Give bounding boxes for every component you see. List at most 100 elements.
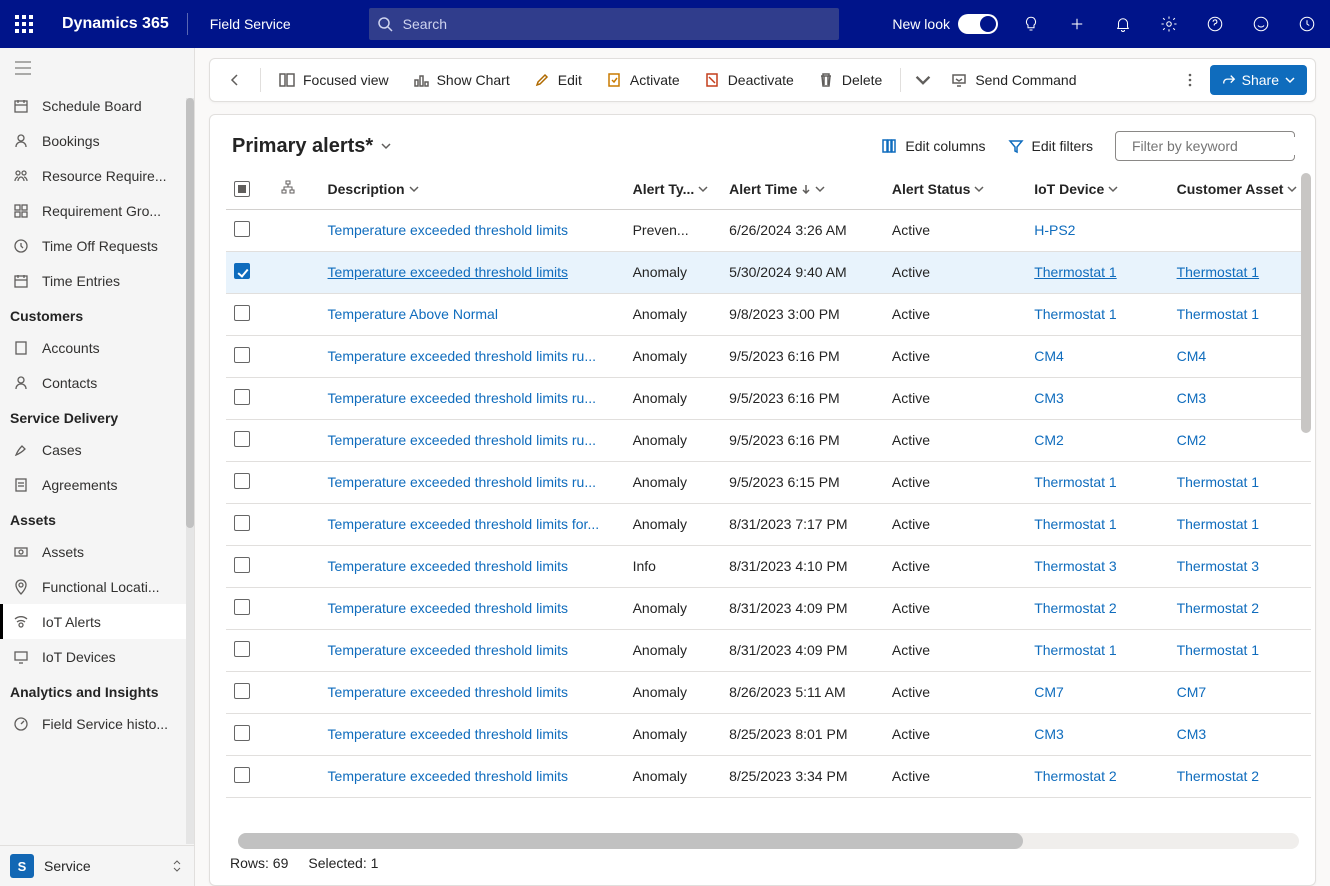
help-icon[interactable] — [1192, 0, 1238, 48]
new-look-toggle[interactable] — [958, 14, 998, 34]
asset-link[interactable]: CM4 — [1177, 348, 1207, 364]
sidebar-toggle[interactable] — [0, 48, 194, 88]
description-link[interactable]: Temperature exceeded threshold limits ru… — [328, 474, 596, 490]
table-row[interactable]: Temperature exceeded threshold limitsAno… — [226, 587, 1311, 629]
device-link[interactable]: CM7 — [1034, 684, 1064, 700]
col-alert-status[interactable]: Alert Status — [884, 169, 1026, 209]
grid-vscroll-thumb[interactable] — [1301, 173, 1311, 433]
table-row[interactable]: Temperature exceeded threshold limitsAno… — [226, 629, 1311, 671]
asset-link[interactable]: CM7 — [1177, 684, 1207, 700]
sidebar-item[interactable]: Accounts — [0, 330, 194, 365]
focused-view-button[interactable]: Focused view — [269, 64, 399, 96]
col-description[interactable]: Description — [320, 169, 625, 209]
plus-icon[interactable] — [1054, 0, 1100, 48]
app-module-name[interactable]: Field Service — [192, 16, 309, 32]
description-link[interactable]: Temperature exceeded threshold limits fo… — [328, 516, 600, 532]
sidebar-item[interactable]: IoT Alerts — [0, 604, 194, 639]
description-link[interactable]: Temperature Above Normal — [328, 306, 498, 322]
sidebar-item[interactable]: Contacts — [0, 365, 194, 400]
table-row[interactable]: Temperature exceeded threshold limitsPre… — [226, 209, 1311, 251]
profile-icon[interactable] — [1284, 0, 1330, 48]
asset-link[interactable]: CM3 — [1177, 390, 1207, 406]
table-row[interactable]: Temperature exceeded threshold limits fo… — [226, 503, 1311, 545]
send-command-button[interactable]: Send Command — [941, 64, 1086, 96]
delete-chevron[interactable] — [909, 64, 937, 96]
device-link[interactable]: H-PS2 — [1034, 222, 1075, 238]
sidebar-item[interactable]: Schedule Board — [0, 88, 194, 123]
smile-icon[interactable] — [1238, 0, 1284, 48]
device-link[interactable]: Thermostat 2 — [1034, 768, 1116, 784]
row-checkbox[interactable] — [234, 305, 250, 321]
bell-icon[interactable] — [1100, 0, 1146, 48]
device-link[interactable]: Thermostat 1 — [1034, 516, 1116, 532]
row-checkbox[interactable] — [234, 473, 250, 489]
sidebar-item[interactable]: Assets — [0, 534, 194, 569]
col-customer-asset[interactable]: Customer Asset — [1169, 169, 1311, 209]
asset-link[interactable]: Thermostat 2 — [1177, 600, 1259, 616]
sidebar-item[interactable]: Cases — [0, 432, 194, 467]
keyword-filter-input[interactable] — [1130, 137, 1315, 155]
description-link[interactable]: Temperature exceeded threshold limits — [328, 684, 568, 700]
table-row[interactable]: Temperature exceeded threshold limitsInf… — [226, 545, 1311, 587]
row-checkbox[interactable] — [234, 599, 250, 615]
table-row[interactable]: Temperature exceeded threshold limitsAno… — [226, 671, 1311, 713]
row-checkbox[interactable] — [234, 641, 250, 657]
row-checkbox[interactable] — [234, 557, 250, 573]
description-link[interactable]: Temperature exceeded threshold limits ru… — [328, 432, 596, 448]
device-link[interactable]: Thermostat 1 — [1034, 642, 1116, 658]
device-link[interactable]: Thermostat 3 — [1034, 558, 1116, 574]
col-iot-device[interactable]: IoT Device — [1026, 169, 1168, 209]
deactivate-button[interactable]: Deactivate — [694, 64, 804, 96]
asset-link[interactable]: Thermostat 2 — [1177, 768, 1259, 784]
row-checkbox[interactable] — [234, 347, 250, 363]
global-search[interactable] — [369, 8, 839, 40]
keyword-filter[interactable] — [1115, 131, 1295, 161]
description-link[interactable]: Temperature exceeded threshold limits ru… — [328, 390, 596, 406]
device-link[interactable]: Thermostat 1 — [1034, 264, 1116, 280]
col-alert-type[interactable]: Alert Ty... — [625, 169, 722, 209]
description-link[interactable]: Temperature exceeded threshold limits — [328, 222, 568, 238]
description-link[interactable]: Temperature exceeded threshold limits — [328, 726, 568, 742]
select-all-header[interactable] — [226, 169, 273, 209]
description-link[interactable]: Temperature exceeded threshold limits — [328, 558, 568, 574]
device-link[interactable]: CM2 — [1034, 432, 1064, 448]
sidebar-item[interactable]: Bookings — [0, 123, 194, 158]
table-row[interactable]: Temperature Above NormalAnomaly9/8/2023 … — [226, 293, 1311, 335]
table-row[interactable]: Temperature exceeded threshold limitsAno… — [226, 713, 1311, 755]
view-selector[interactable]: Primary alerts* — [232, 135, 391, 158]
sidebar-item[interactable]: Resource Require... — [0, 158, 194, 193]
device-link[interactable]: Thermostat 1 — [1034, 474, 1116, 490]
sidebar-item[interactable]: Time Off Requests — [0, 228, 194, 263]
asset-link[interactable]: Thermostat 1 — [1177, 306, 1259, 322]
hierarchy-header[interactable] — [273, 169, 320, 209]
sidebar-item[interactable]: Requirement Gro... — [0, 193, 194, 228]
asset-link[interactable]: Thermostat 3 — [1177, 558, 1259, 574]
table-row[interactable]: Temperature exceeded threshold limits ru… — [226, 461, 1311, 503]
app-launcher-icon[interactable] — [0, 0, 48, 48]
description-link[interactable]: Temperature exceeded threshold limits — [328, 264, 568, 280]
row-checkbox[interactable] — [234, 683, 250, 699]
back-button[interactable] — [218, 64, 252, 96]
device-link[interactable]: CM3 — [1034, 726, 1064, 742]
row-checkbox[interactable] — [234, 263, 250, 279]
activate-button[interactable]: Activate — [596, 64, 690, 96]
table-row[interactable]: Temperature exceeded threshold limits ru… — [226, 335, 1311, 377]
area-switcher[interactable]: S Service — [0, 846, 194, 886]
row-checkbox[interactable] — [234, 431, 250, 447]
edit-columns-button[interactable]: Edit columns — [881, 138, 985, 154]
row-checkbox[interactable] — [234, 515, 250, 531]
description-link[interactable]: Temperature exceeded threshold limits — [328, 600, 568, 616]
lightbulb-icon[interactable] — [1008, 0, 1054, 48]
device-link[interactable]: CM3 — [1034, 390, 1064, 406]
col-alert-time[interactable]: Alert Time — [721, 169, 884, 209]
asset-link[interactable]: CM2 — [1177, 432, 1207, 448]
grid-hscroll-thumb[interactable] — [238, 833, 1023, 849]
table-row[interactable]: Temperature exceeded threshold limits ru… — [226, 419, 1311, 461]
sidebar-scroll-thumb[interactable] — [186, 98, 194, 528]
asset-link[interactable]: Thermostat 1 — [1177, 264, 1259, 280]
asset-link[interactable]: Thermostat 1 — [1177, 642, 1259, 658]
sidebar-item[interactable]: Time Entries — [0, 263, 194, 298]
grid-hscroll[interactable] — [238, 833, 1299, 849]
share-button[interactable]: Share — [1210, 65, 1307, 95]
product-name[interactable]: Dynamics 365 — [48, 15, 183, 33]
